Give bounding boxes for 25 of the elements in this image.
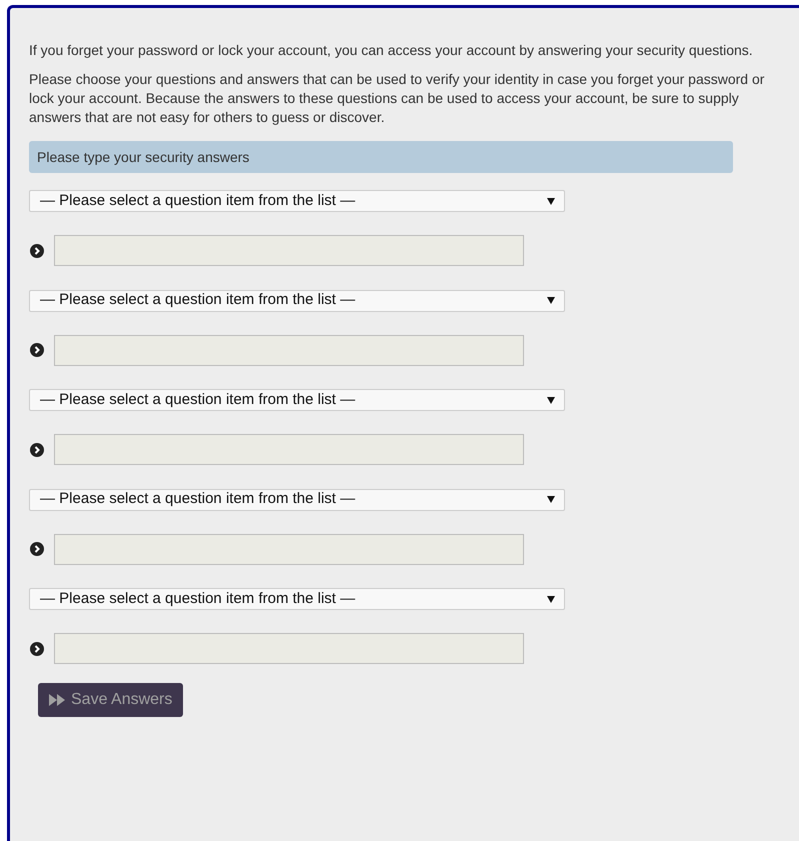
- dropdown-arrow-icon: [547, 596, 555, 602]
- answer-field[interactable]: [54, 235, 524, 266]
- answer-field[interactable]: [54, 633, 524, 664]
- question-select[interactable]: — Please select a question item from the list —: [29, 190, 565, 212]
- save-button[interactable]: Save Answers: [38, 682, 184, 716]
- intro-paragraph: If you forget your password or lock your account, you can access your account by answering your security questions.: [29, 41, 754, 60]
- dropdown-arrow-icon: [547, 297, 555, 304]
- intro-paragraph: Please choose your questions and answers that can be used to verify your identity in case you forget your password or lock your account. Because the answers to these questions can be used to access your account, be sure to supply answers that are not easy for others to guess or discover.: [29, 70, 766, 127]
- dropdown-arrow-icon: [547, 396, 555, 404]
- question-select[interactable]: — Please select a question item from the list —: [29, 290, 565, 312]
- chevron-circle-icon: [30, 542, 44, 556]
- answer-field[interactable]: [54, 434, 524, 465]
- chevron-circle-icon: [30, 343, 44, 357]
- dropdown-arrow-icon: [547, 496, 555, 503]
- answer-field[interactable]: [54, 334, 524, 366]
- section-header: Please type your security answers: [29, 141, 733, 173]
- question-select[interactable]: — Please select a question item from the list —: [29, 488, 565, 510]
- question-select[interactable]: — Please select a question item from the list —: [29, 389, 565, 411]
- question-select[interactable]: — Please select a question item from the list —: [29, 588, 565, 610]
- answer-field[interactable]: [54, 534, 524, 564]
- fast-forward-icon: [49, 694, 65, 706]
- chevron-circle-icon: [30, 244, 44, 258]
- dropdown-arrow-icon: [547, 198, 555, 204]
- chevron-circle-icon: [30, 642, 44, 656]
- chevron-circle-icon: [30, 442, 44, 456]
